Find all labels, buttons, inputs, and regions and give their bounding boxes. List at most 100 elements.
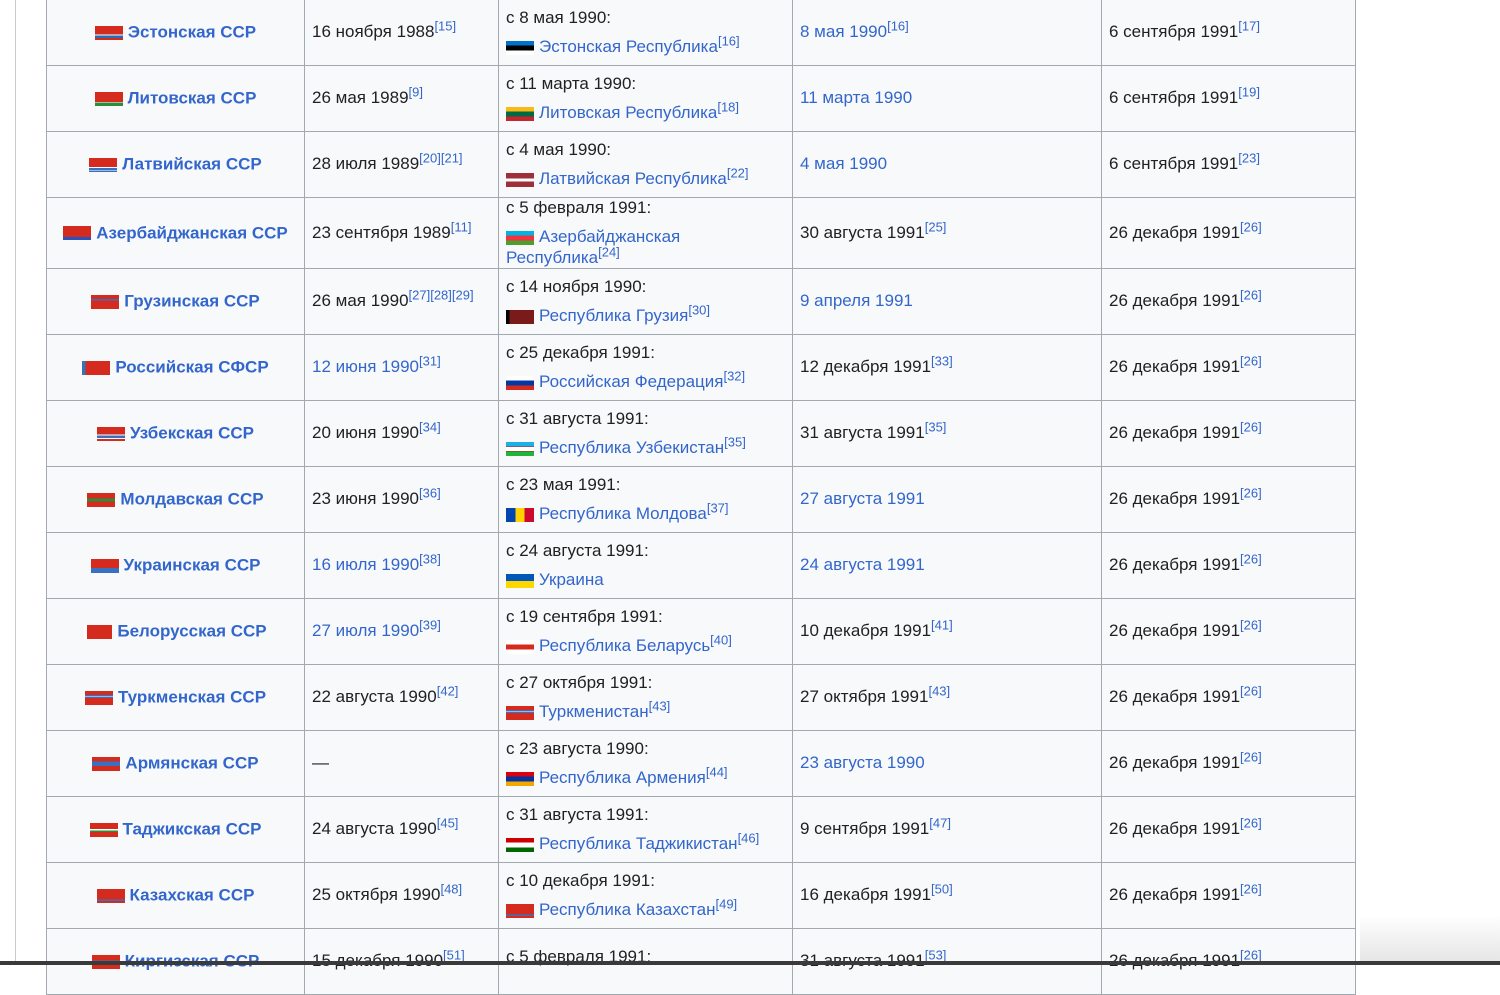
citation-ref[interactable]: [24] [598,244,620,259]
citation-ref[interactable]: [42] [437,684,459,699]
citation-ref[interactable]: [23] [1238,151,1260,166]
successor-state-link[interactable]: Туркменистан [539,702,649,721]
citation-ref[interactable]: [11] [451,219,472,234]
citation-ref[interactable]: [15] [434,19,456,34]
citation-ref[interactable]: [46] [738,831,760,846]
independence-date[interactable]: 9 апреля 1991 [800,291,913,310]
citation-ref[interactable]: [26] [1240,684,1262,699]
republic-link[interactable]: Грузинская ССР [124,292,260,311]
table-row: Казахская ССР 25 октября 1990[48] с 10 дек… [46,862,1356,930]
citation-ref[interactable]: [18] [717,99,739,114]
independence-date[interactable]: 8 мая 1990 [800,22,887,41]
kazakhstan-flag [506,903,534,918]
republic-link[interactable]: Российская СФСР [115,358,268,377]
successor-since-label: с 25 декабря 1991: [506,342,655,362]
sovereignty-date[interactable]: 16 июля 1990 [312,555,419,574]
kazakh-ssr-flag [96,888,125,903]
citation-ref[interactable]: [48] [440,882,462,897]
successor-state-link[interactable]: Республика Молдова [539,504,707,523]
citation-ref[interactable]: [17] [1238,19,1260,34]
republic-link[interactable]: Узбекская ССР [130,424,254,443]
independence-date[interactable]: 11 марта 1990 [800,88,912,107]
citation-ref[interactable]: [26] [1240,354,1262,369]
successor-state-link[interactable]: Литовская Республика [539,103,717,122]
citation-ref[interactable]: [25] [925,219,947,234]
citation-ref[interactable]: [43] [649,699,671,714]
successor-state-link[interactable]: Республика Узбекистан [539,438,724,457]
independence-date[interactable]: 27 августа 1991 [800,489,925,508]
citation-ref[interactable]: [37] [707,501,729,516]
citation-ref[interactable]: [41] [931,618,953,633]
republic-link[interactable]: Казахская ССР [130,886,255,905]
successor-state-link[interactable]: Республика Грузия [539,306,688,325]
citation-ref[interactable]: [50] [931,882,953,897]
citation-ref[interactable]: [16] [718,33,740,48]
successor-state-link[interactable]: Республика Армения [539,768,706,787]
citation-ref[interactable]: [32] [723,369,745,384]
citation-ref[interactable]: [26] [1240,816,1262,831]
successor-line: Республика Грузия[30] [506,303,710,325]
successor-since-label: с 10 декабря 1991: [506,870,655,890]
citation-ref[interactable]: [38] [419,552,441,567]
successor-state-link[interactable]: Республика Беларусь [539,636,710,655]
citation-ref[interactable]: [26] [1240,882,1262,897]
republic-link[interactable]: Эстонская ССР [128,22,256,41]
citation-ref[interactable]: [34] [419,420,441,435]
sovereignty-date[interactable]: 27 июля 1990 [312,621,419,640]
republic-cell: Азербайджанская ССР [46,196,305,270]
republic-link[interactable]: Туркменская ССР [118,688,266,707]
russian-sfsr-flag [82,360,111,375]
citation-ref[interactable]: [26] [1240,552,1262,567]
citation-ref[interactable]: [27][28][29] [409,288,474,303]
citation-ref[interactable]: [33] [931,354,953,369]
citation-ref[interactable]: [26] [1240,219,1262,234]
republic-link[interactable]: Армянская ССР [125,754,258,773]
citation-ref[interactable]: [26] [1240,750,1262,765]
successor-state-link[interactable]: Российская Федерация [539,372,723,391]
sovereignty-date: — [312,753,329,773]
republic-link[interactable]: Таджикская ССР [123,820,262,839]
republic-link[interactable]: Украинская ССР [124,556,261,575]
citation-ref[interactable]: [26] [1240,420,1262,435]
citation-ref[interactable]: [9] [409,85,423,100]
citation-ref[interactable]: [35] [925,420,947,435]
citation-ref[interactable]: [39] [419,618,441,633]
republic-cell: Литовская ССР [46,65,305,132]
successor-state-link[interactable]: Латвийская Республика [539,169,727,188]
citation-ref[interactable]: [26] [1240,486,1262,501]
successor-state-link[interactable]: Республика Казахстан [539,900,715,919]
republic-link[interactable]: Молдавская ССР [120,490,263,509]
successor-state-link[interactable]: Эстонская Республика [539,37,718,56]
independence-date[interactable]: 4 мая 1990 [800,154,887,173]
successor-state-link[interactable]: Республика Таджикистан [539,834,738,853]
citation-ref[interactable]: [30] [688,303,710,318]
citation-ref[interactable]: [36] [419,486,441,501]
azerbaijan-flag [506,230,534,245]
table-row: Таджикская ССР 24 августа 1990[45] с 31 ав… [46,796,1356,864]
estonian-ssr-flag [94,25,123,40]
sovereignty-date[interactable]: 12 июня 1990 [312,357,419,376]
republic-link[interactable]: Белорусская ССР [117,622,266,641]
citation-ref[interactable]: [40] [710,633,732,648]
citation-ref[interactable]: [49] [715,897,737,912]
recognition-date: 26 декабря 1991 [1109,753,1241,773]
independence-date[interactable]: 24 августа 1991 [800,555,925,574]
citation-ref[interactable]: [47] [929,816,951,831]
successor-state-link[interactable]: Украина [539,570,604,589]
citation-ref[interactable]: [26] [1240,288,1262,303]
citation-ref[interactable]: [31] [419,354,441,369]
citation-ref[interactable]: [43] [928,684,950,699]
citation-ref[interactable]: [35] [724,435,746,450]
citation-ref[interactable]: [44] [706,765,728,780]
citation-ref[interactable]: [16] [887,19,909,34]
citation-ref[interactable]: [26] [1240,618,1262,633]
republic-link[interactable]: Литовская ССР [128,88,257,107]
citation-ref[interactable]: [19] [1238,85,1260,100]
table-row: Украинская ССР 16 июля 1990[38] с 24 авгус… [46,532,1356,600]
citation-ref[interactable]: [22] [727,165,749,180]
citation-ref[interactable]: [20][21] [419,151,462,166]
independence-date[interactable]: 23 августа 1990 [800,753,925,772]
republic-link[interactable]: Латвийская ССР [122,154,261,173]
republic-link[interactable]: Азербайджанская ССР [96,223,287,242]
citation-ref[interactable]: [45] [437,816,459,831]
